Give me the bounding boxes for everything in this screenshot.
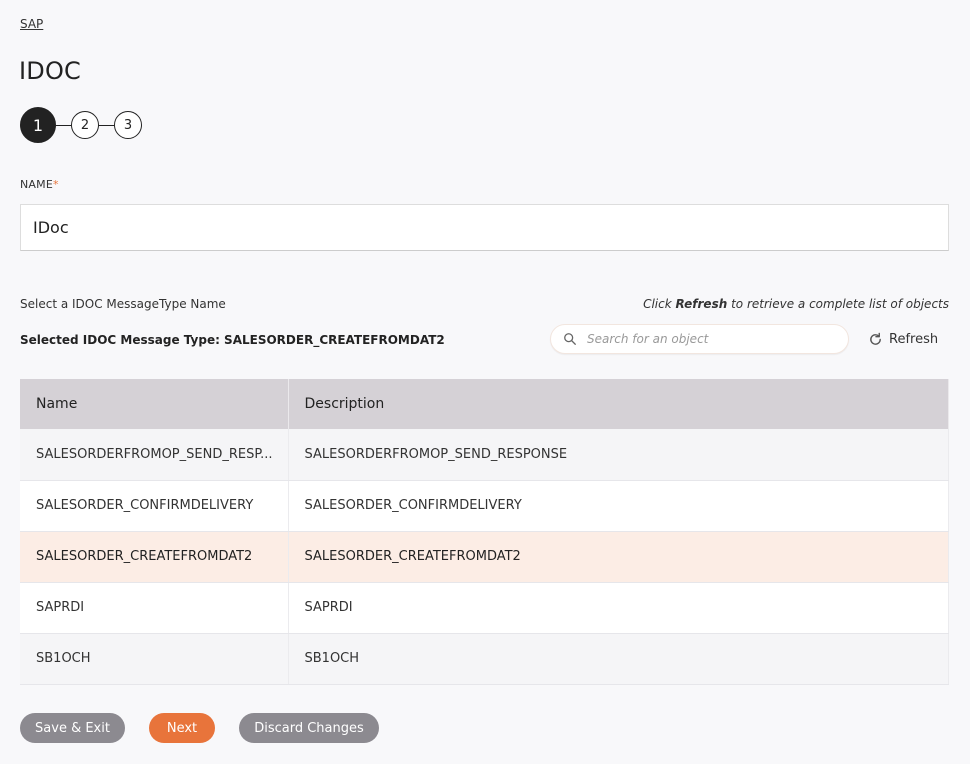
- step-3[interactable]: 3: [114, 111, 142, 139]
- page-title: IDOC: [19, 57, 82, 85]
- table-row-selected[interactable]: SALESORDER_CREATEFROMDAT2 SALESORDER_CRE…: [20, 531, 949, 583]
- cell-name: SALESORDER_CREATEFROMDAT2: [20, 531, 289, 583]
- step-1[interactable]: 1: [20, 107, 56, 143]
- refresh-label: Refresh: [889, 332, 939, 347]
- refresh-icon: [870, 332, 881, 345]
- idoc-table: Name Description SALESORDERFROMOP_SEND_R…: [20, 379, 949, 685]
- step-2[interactable]: 2: [71, 111, 99, 139]
- name-label-text: NAME: [20, 178, 53, 191]
- save-exit-button[interactable]: Save & Exit: [20, 713, 125, 743]
- column-header-description[interactable]: Description: [288, 379, 949, 429]
- required-mark: *: [53, 178, 59, 191]
- cell-description: SALESORDER_CREATEFROMDAT2: [288, 531, 949, 583]
- selected-message-type: Selected IDOC Message Type: SALESORDER_C…: [20, 333, 445, 347]
- cell-name: SB1OCH: [20, 633, 289, 685]
- refresh-hint-bold: Refresh: [675, 297, 728, 311]
- cell-description: SAPRDI: [288, 582, 949, 634]
- refresh-hint-suffix: to retrieve a complete list of objects: [727, 297, 949, 311]
- refresh-hint-prefix: Click: [643, 297, 676, 311]
- cell-name: SALESORDERFROMOP_SEND_RESP...: [20, 429, 289, 481]
- search-icon: [564, 333, 576, 345]
- breadcrumb-sap[interactable]: SAP: [20, 17, 43, 31]
- column-header-name[interactable]: Name: [20, 379, 289, 429]
- table-header-row: Name Description: [20, 379, 949, 429]
- table-row[interactable]: SALESORDERFROMOP_SEND_RESP... SALESORDER…: [20, 429, 949, 481]
- step-connector: [99, 124, 114, 126]
- step-connector: [56, 124, 71, 126]
- name-input[interactable]: [20, 204, 949, 251]
- select-label: Select a IDOC MessageType Name: [20, 297, 226, 311]
- table-row[interactable]: SAPRDI SAPRDI: [20, 582, 949, 634]
- refresh-hint: Click Refresh to retrieve a complete lis…: [643, 297, 949, 311]
- search-box[interactable]: [550, 324, 849, 354]
- name-label: NAME*: [20, 178, 59, 191]
- cell-name: SALESORDER_CONFIRMDELIVERY: [20, 480, 289, 532]
- stepper: 1 2 3: [20, 107, 142, 143]
- search-input[interactable]: [587, 332, 827, 346]
- refresh-button[interactable]: Refresh: [868, 332, 938, 347]
- cell-description: SALESORDERFROMOP_SEND_RESPONSE: [288, 429, 949, 481]
- table-row[interactable]: SALESORDER_CONFIRMDELIVERY SALESORDER_CO…: [20, 480, 949, 532]
- table-row[interactable]: SB1OCH SB1OCH: [20, 633, 949, 685]
- page: SAP IDOC 1 2 3 NAME* Select a IDOC Messa…: [0, 0, 970, 764]
- cell-name: SAPRDI: [20, 582, 289, 634]
- cell-description: SALESORDER_CONFIRMDELIVERY: [288, 480, 949, 532]
- cell-description: SB1OCH: [288, 633, 949, 685]
- discard-changes-button[interactable]: Discard Changes: [239, 713, 379, 743]
- next-button[interactable]: Next: [149, 713, 215, 743]
